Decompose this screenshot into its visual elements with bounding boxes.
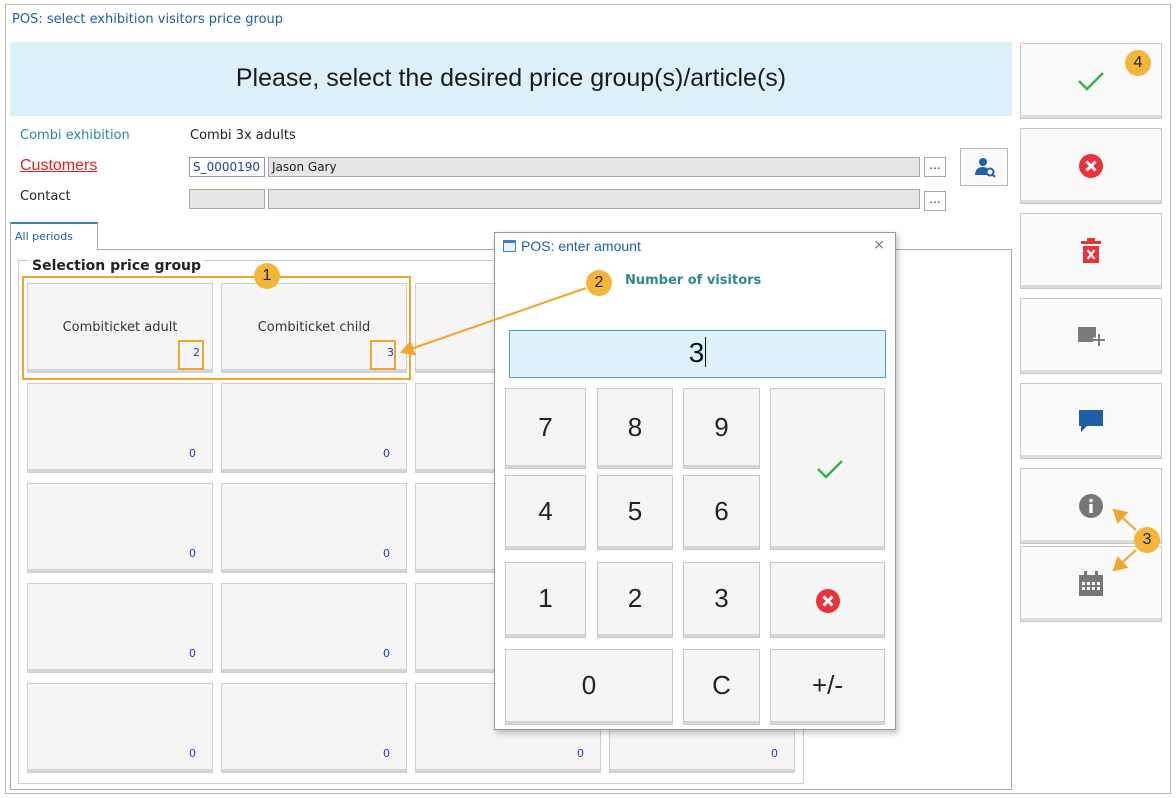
key-8[interactable]: 8 bbox=[597, 388, 673, 469]
price-group-tile[interactable]: 0 bbox=[27, 583, 213, 673]
tile-count: 0 bbox=[189, 747, 196, 760]
close-icon[interactable]: × bbox=[873, 237, 885, 253]
customer-name-field[interactable]: Jason Gary bbox=[268, 157, 920, 177]
combi-exhibition-value: Combi 3x adults bbox=[190, 128, 296, 143]
add-image-button[interactable] bbox=[1020, 298, 1162, 374]
comment-button[interactable] bbox=[1020, 383, 1162, 459]
dialog-subtitle: Number of visitors bbox=[625, 273, 762, 288]
key-5[interactable]: 5 bbox=[597, 475, 673, 550]
contact-code-field[interactable] bbox=[189, 189, 265, 209]
highlight-box-adult-count bbox=[178, 340, 204, 370]
customer-browse-button[interactable]: ... bbox=[924, 157, 946, 177]
price-group-tile[interactable]: 0 bbox=[27, 683, 213, 773]
key-0[interactable]: 0 bbox=[505, 649, 673, 725]
tile-count: 0 bbox=[383, 747, 390, 760]
tile-count: 0 bbox=[189, 447, 196, 460]
contact-name-field[interactable] bbox=[268, 189, 920, 209]
contact-label: Contact bbox=[20, 189, 71, 204]
amount-value: 3 bbox=[688, 337, 705, 368]
key-9[interactable]: 9 bbox=[683, 388, 760, 469]
title-bar: POS: select exhibition visitors price gr… bbox=[6, 5, 1170, 35]
delete-button[interactable] bbox=[1020, 213, 1162, 289]
price-group-tile[interactable]: 0 bbox=[221, 683, 407, 773]
check-icon bbox=[1078, 72, 1104, 91]
person-search-icon bbox=[975, 158, 996, 178]
price-group-tile[interactable]: 0 bbox=[27, 383, 213, 473]
price-group-tile[interactable]: 0 bbox=[221, 383, 407, 473]
key-6[interactable]: 6 bbox=[683, 475, 760, 550]
badge-1: 1 bbox=[254, 263, 280, 289]
highlight-box-child-count bbox=[370, 340, 396, 370]
text-cursor bbox=[705, 337, 707, 367]
badge-2: 2 bbox=[586, 270, 612, 296]
key-confirm[interactable] bbox=[770, 388, 885, 550]
banner-text: Please, select the desired price group(s… bbox=[235, 64, 787, 92]
key-7[interactable]: 7 bbox=[505, 388, 586, 469]
cancel-button[interactable] bbox=[1020, 128, 1162, 204]
tile-count: 0 bbox=[383, 447, 390, 460]
amount-input[interactable]: 3 bbox=[509, 330, 886, 378]
tile-count: 0 bbox=[577, 747, 584, 760]
window-title: POS: select exhibition visitors price gr… bbox=[12, 12, 284, 27]
price-group-tile[interactable]: 0 bbox=[27, 483, 213, 573]
highlight-box-tiles bbox=[22, 276, 411, 380]
customer-search-button[interactable] bbox=[960, 148, 1008, 186]
key-clear[interactable]: C bbox=[683, 649, 760, 725]
price-group-tile[interactable]: 0 bbox=[221, 583, 407, 673]
comment-icon bbox=[1079, 410, 1103, 432]
info-icon bbox=[1079, 494, 1103, 518]
instruction-banner: Please, select the desired price group(s… bbox=[10, 42, 1012, 116]
add-image-icon bbox=[1078, 327, 1105, 346]
price-group-title: Selection price group bbox=[30, 258, 204, 274]
combi-exhibition-label: Combi exhibition bbox=[20, 128, 130, 143]
customer-code-field[interactable]: S_0000190 bbox=[189, 157, 265, 177]
tile-count: 0 bbox=[189, 547, 196, 560]
delete-icon bbox=[1081, 238, 1101, 263]
enter-amount-dialog: POS: enter amount × Number of visitors 3… bbox=[494, 232, 896, 730]
calendar-button[interactable] bbox=[1020, 546, 1162, 622]
key-1[interactable]: 1 bbox=[505, 562, 586, 638]
key-plus-minus[interactable]: +/- bbox=[770, 649, 885, 725]
dialog-title: POS: enter amount bbox=[521, 238, 641, 254]
price-group-tile[interactable]: 0 bbox=[221, 483, 407, 573]
window-icon bbox=[503, 240, 516, 252]
tab-label: All periods bbox=[15, 230, 73, 243]
tab-all-periods[interactable]: All periods bbox=[10, 222, 98, 250]
badge-4: 4 bbox=[1125, 50, 1151, 76]
customers-link[interactable]: Customers bbox=[20, 157, 97, 175]
key-2[interactable]: 2 bbox=[597, 562, 673, 638]
tile-count: 0 bbox=[383, 647, 390, 660]
badge-3: 3 bbox=[1134, 527, 1160, 553]
cancel-icon bbox=[1079, 154, 1103, 178]
check-icon bbox=[817, 460, 843, 479]
dialog-title-bar: POS: enter amount × bbox=[495, 233, 895, 259]
contact-browse-button[interactable]: ... bbox=[924, 191, 946, 211]
cancel-icon bbox=[816, 589, 840, 613]
tile-count: 0 bbox=[383, 547, 390, 560]
key-3[interactable]: 3 bbox=[683, 562, 760, 638]
calendar-icon bbox=[1079, 571, 1103, 596]
tile-count: 0 bbox=[189, 647, 196, 660]
key-4[interactable]: 4 bbox=[505, 475, 586, 550]
key-cancel[interactable] bbox=[770, 562, 885, 638]
tile-count: 0 bbox=[771, 747, 778, 760]
